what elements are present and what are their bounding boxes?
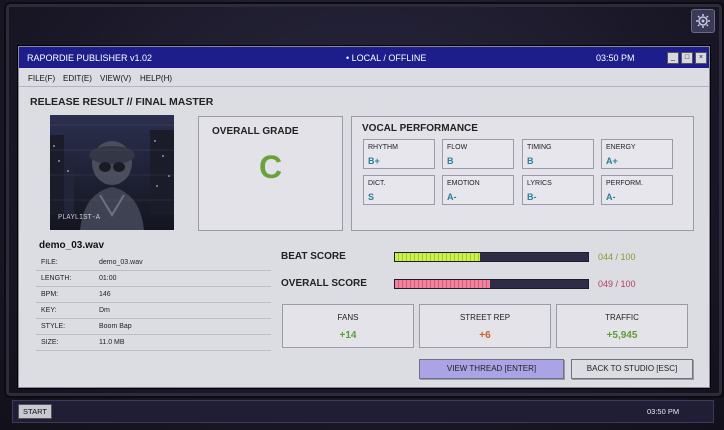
stat-performance: PERFORM. A- [601,175,673,205]
stat-label: FLOW [447,144,468,151]
stat-value: A- [447,192,457,202]
taskbar: START 03:50 PM [12,400,714,423]
row-key: FILE: [41,259,58,266]
stat-lyrics: LYRICS B- [522,175,594,205]
row-key: BPM: [41,291,59,298]
metric-value: +14 [339,330,357,341]
cover-caption: PLAYLIST-A [58,214,101,222]
menu-file[interactable]: FILE(F) [28,74,55,83]
stat-energy: ENERGY A+ [601,139,673,169]
row-value: 11.0 MB [99,339,125,346]
stat-value: B [527,156,534,166]
stat-timing: TIMING B [522,139,594,169]
stat-label: TIMING [527,144,552,151]
close-icon[interactable]: × [695,52,707,64]
table-row: BPM: 146 [36,287,271,303]
table-row: LENGTH: 01:00 [36,271,271,287]
vocal-performance-label: VOCAL PERFORMANCE [362,123,478,134]
window-title: RAPORDIE PUBLISHER v1.02 [27,53,153,63]
row-value: 146 [99,291,111,298]
stat-value: B+ [368,156,380,166]
menu-edit[interactable]: EDIT(E) [63,74,92,83]
metric-value: +6 [479,330,491,341]
page-title: RELEASE RESULT // FINAL MASTER [30,96,214,108]
stat-label: PERFORM. [606,180,643,187]
table-row: FILE: demo_03.wav [36,255,271,271]
row-value: demo_03.wav [99,259,143,266]
stat-value: A+ [606,156,618,166]
metric-label: FANS [337,313,359,322]
metric-fans: FANS +14 [282,304,414,348]
row-key: KEY: [41,307,57,314]
menu-help[interactable]: HELP(H) [140,74,172,83]
stat-value: B- [527,192,537,202]
overall-score-bar [394,279,589,289]
metric-street-rep: STREET REP +6 [419,304,551,348]
stat-value: A- [606,192,616,202]
taskbar-clock: 03:50 PM [647,407,680,416]
maximize-icon[interactable]: □ [681,52,693,64]
publisher-window: RAPORDIE PUBLISHER v1.02 • LOCAL / OFFLI… [18,46,710,388]
beat-score-value: 044 / 100 [598,252,636,262]
stat-rhythm: RHYTHM B+ [363,139,435,169]
stat-label: ENERGY [606,144,636,151]
overall-score-fill [395,280,490,288]
metric-label: STREET REP [459,313,511,322]
beat-score-bar [394,252,589,262]
view-thread-button[interactable]: VIEW THREAD [ENTER] [419,359,564,379]
overall-score-label: OVERALL SCORE [281,278,367,289]
overall-grade-label: OVERALL GRADE [212,126,299,137]
file-info-table: FILE: demo_03.wav LENGTH: 01:00 BPM: 146… [36,255,271,351]
stat-label: RHYTHM [368,144,398,151]
row-value: Boom Bap [99,323,132,330]
metric-value: +5,945 [606,330,638,341]
overall-grade-value: C [258,149,283,185]
menu-view[interactable]: VIEW(V) [100,74,131,83]
table-row: KEY: Dm [36,303,271,319]
row-value: Dm [99,307,110,314]
beat-score-fill [395,253,480,261]
album-cover-image: PLAYLIST-A [50,115,174,230]
row-key: STYLE: [41,323,66,330]
settings-gear-icon[interactable] [691,9,715,33]
connection-status: • LOCAL / OFFLINE [346,53,427,63]
overall-grade-panel: OVERALL GRADE C [198,116,343,231]
stat-label: LYRICS [527,180,552,187]
stat-label: DICT. [368,180,386,187]
overall-score-value: 049 / 100 [598,279,636,289]
beat-score-label: BEAT SCORE [281,251,346,262]
row-key: SIZE: [41,339,59,346]
row-key: LENGTH: [41,275,72,282]
stat-flow: FLOW B [442,139,514,169]
stat-value: S [368,192,375,202]
stat-emotion: EMOTION A- [442,175,514,205]
back-to-studio-button[interactable]: BACK TO STUDIO [ESC] [571,359,693,379]
table-row: SIZE: 11.0 MB [36,335,271,351]
row-value: 01:00 [99,275,117,282]
table-row: STYLE: Boom Bap [36,319,271,335]
window-clock: 03:50 PM [596,53,635,63]
metric-label: TRAFFIC [605,313,639,322]
file-name-title: demo_03.wav [39,240,105,251]
metric-traffic: TRAFFIC +5,945 [556,304,688,348]
minimize-icon[interactable]: _ [667,52,679,64]
vocal-performance-panel: VOCAL PERFORMANCE RHYTHM B+ FLOW B TIMIN… [351,116,694,231]
start-button[interactable]: START [18,404,52,419]
stat-label: EMOTION [447,180,480,187]
title-bar[interactable]: RAPORDIE PUBLISHER v1.02 • LOCAL / OFFLI… [19,47,709,68]
stat-value: B [447,156,454,166]
stat-diction: DICT. S [363,175,435,205]
menu-bar: FILE(F) EDIT(E) VIEW(V) HELP(H) [19,68,709,87]
